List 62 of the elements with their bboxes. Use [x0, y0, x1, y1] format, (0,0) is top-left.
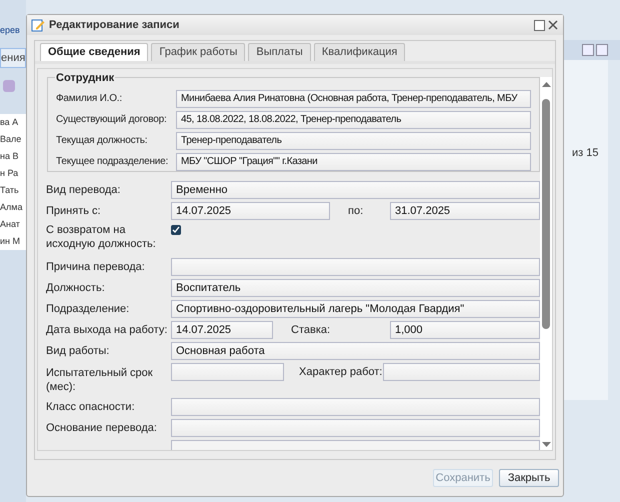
- list-item[interactable]: Тать: [0, 182, 19, 198]
- input-field[interactable]: Тренер-преподаватель: [176, 132, 531, 150]
- maximize-button[interactable]: [534, 20, 545, 30]
- list-item[interactable]: Алма: [0, 198, 22, 216]
- list-item[interactable]: на В: [0, 148, 18, 164]
- input-field[interactable]: [171, 258, 540, 276]
- field-label: по:: [347, 204, 364, 218]
- input-field[interactable]: 14.07.2025: [171, 321, 273, 339]
- panel-title: ерев: [0, 24, 20, 37]
- tab[interactable]: ения: [0, 48, 26, 68]
- input-field[interactable]: Минибаева Алия Ринатовна (Основная работа, Тренер-преподаватель, МБУ: [176, 90, 531, 108]
- dialog-button[interactable]: Закрыть: [499, 469, 559, 487]
- input-field[interactable]: 14.07.2025: [171, 202, 330, 220]
- input-field[interactable]: Временно: [171, 181, 540, 199]
- field-label: Ставка:: [290, 323, 332, 337]
- field-label: Текущее подразделение:: [56, 155, 170, 169]
- field-label: Принять с:: [46, 204, 102, 218]
- field-label: Вид работы:: [46, 344, 110, 358]
- scrollbar[interactable]: [540, 77, 552, 450]
- list-item[interactable]: н Ра: [0, 164, 18, 182]
- field-label: Вид перевода:: [46, 183, 122, 197]
- list-item[interactable]: ва А: [0, 114, 18, 130]
- scroll-down-icon: [542, 442, 550, 448]
- field-label: Дата выхода на работу:: [46, 323, 168, 337]
- input-field[interactable]: Основная работа: [171, 342, 540, 360]
- field-label: Текущая должность:: [56, 134, 148, 148]
- scroll-up-icon: [542, 81, 550, 87]
- input-field[interactable]: [171, 419, 540, 437]
- field-label: Испытательный срок (мес):: [46, 366, 154, 394]
- list-item[interactable]: Анат: [0, 216, 20, 232]
- input-field[interactable]: Спортивно-оздоровительный лагерь "Молодая Гвардия": [171, 300, 540, 318]
- tab[interactable]: Общие сведения: [40, 43, 148, 61]
- field-label: Характер работ:: [298, 365, 383, 379]
- field-label: Подразделение:: [46, 302, 130, 316]
- input-field[interactable]: [383, 363, 540, 381]
- pager-text: из 15: [572, 147, 598, 159]
- edit-icon: [31, 18, 45, 32]
- input-field[interactable]: Воспитатель: [171, 279, 540, 297]
- window-title: Редактирование записи: [49, 18, 180, 33]
- field-label: С возвратом на исходную должность:: [46, 223, 157, 251]
- field-label: Должность:: [46, 281, 106, 295]
- scroll-thumb[interactable]: [542, 99, 550, 329]
- check-icon: [172, 226, 180, 234]
- input-field[interactable]: [171, 398, 540, 416]
- input-field[interactable]: МБУ "СШОР "Грация"" г.Казани: [176, 153, 531, 171]
- field-label: Причина перевода:: [46, 260, 146, 274]
- input-field[interactable]: 45, 18.08.2022, 18.08.2022, Тренер-преподаватель: [176, 111, 531, 129]
- list-item[interactable]: ин М: [0, 232, 20, 250]
- field-label: Фамилия И.О.:: [56, 92, 123, 106]
- tab[interactable]: Квалификация: [314, 43, 406, 61]
- maximize-icon[interactable]: [582, 44, 594, 56]
- input-field[interactable]: 1,000: [390, 321, 540, 339]
- fieldset-legend: Сотрудник: [55, 70, 116, 86]
- input-field[interactable]: [171, 363, 284, 381]
- field-label: Существующий договор:: [56, 113, 168, 127]
- checkbox[interactable]: [171, 225, 181, 235]
- field-label: Класс опасности:: [46, 400, 136, 414]
- list-item[interactable]: Вале: [0, 130, 22, 148]
- tab[interactable]: Выплаты: [248, 43, 311, 61]
- tab[interactable]: График работы: [151, 43, 246, 61]
- input-field[interactable]: 31.07.2025: [390, 202, 540, 220]
- field-label: Основание перевода:: [46, 421, 158, 435]
